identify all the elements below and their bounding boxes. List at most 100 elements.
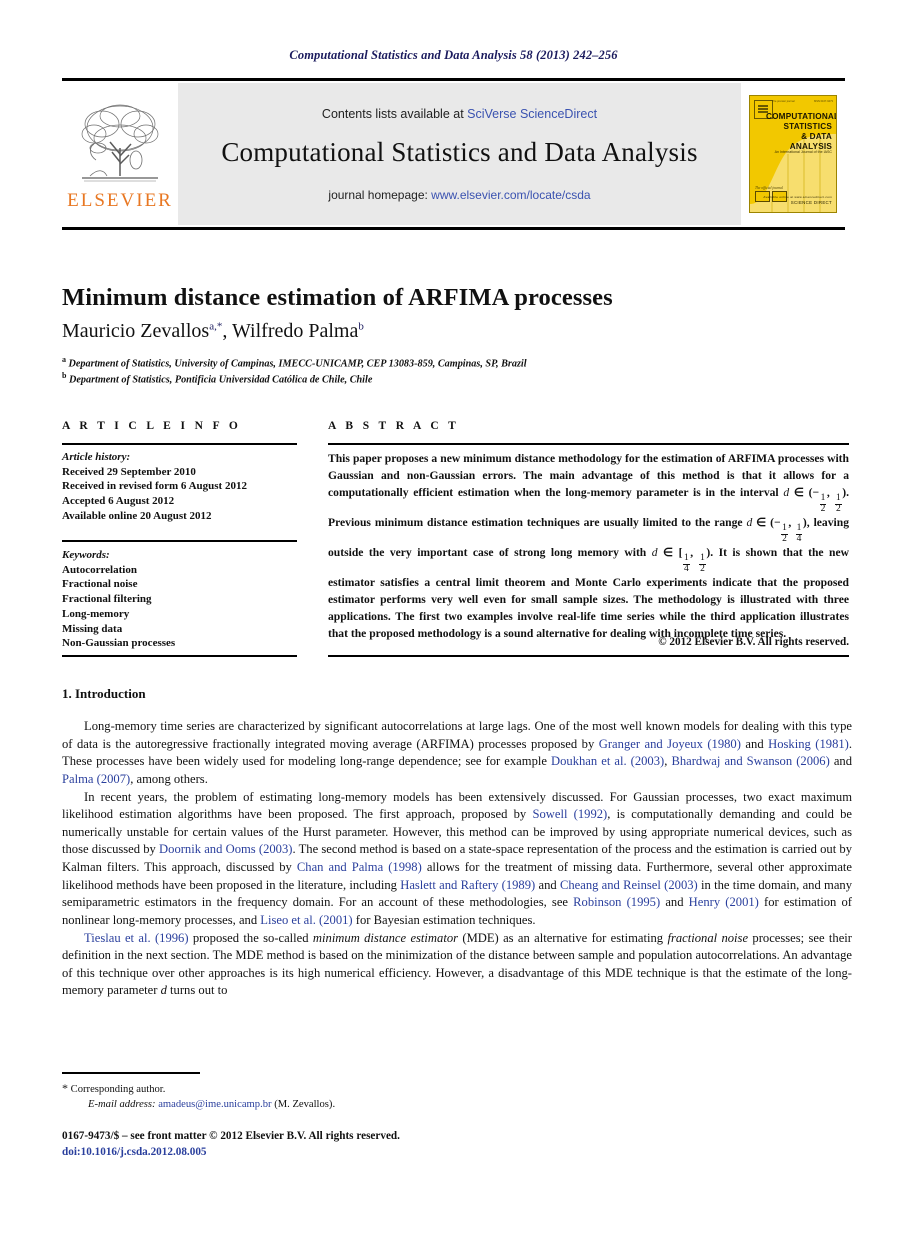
journal-cover-thumbnail[interactable]: The premier journal ISSN 0167-9473 COMPU… — [741, 83, 845, 225]
abstract-fraction-3a: 14 — [682, 553, 690, 574]
citation-robinson[interactable]: Robinson (1995) — [573, 895, 660, 909]
p3-text-1: proposed the so-called — [188, 930, 313, 945]
author-name-2: Wilfredo Palma — [231, 320, 359, 342]
cover-top-right: ISSN 0167-9473 — [813, 100, 833, 103]
citation-granger-joyeux[interactable]: Granger and Joyeux (1980) — [599, 737, 741, 751]
section-heading-introduction: 1. Introduction — [62, 686, 852, 702]
keyword-item: Non-Gaussian processes — [62, 637, 176, 650]
section-title: Introduction — [75, 686, 146, 701]
keyword-item: Missing data — [62, 622, 123, 635]
journal-masthead: ELSEVIER Contents lists available at Sci… — [62, 78, 845, 230]
cover-title-line-2: STATISTICS — [783, 122, 832, 131]
citation-cheang-reinsel[interactable]: Cheang and Reinsel (2003) — [560, 878, 698, 892]
cover-title-line-1: COMPUTATIONAL — [766, 112, 837, 121]
affiliation-a-mark: a — [62, 355, 66, 364]
abstract-math-open-2: ∈ (− — [752, 516, 781, 530]
abstract-paragraph: This paper proposes a new minimum distan… — [328, 450, 849, 642]
citation-bhardwaj-swanson[interactable]: Bhardwaj and Swanson (2006) — [671, 754, 829, 768]
abstract-math-open-1: ∈ (− — [789, 486, 820, 500]
abstract-math-close-2: ), — [802, 516, 814, 530]
doi-line[interactable]: doi:10.1016/j.csda.2012.08.005 — [62, 1144, 662, 1160]
keyword-item: Autocorrelation — [62, 563, 137, 576]
citation-hosking[interactable]: Hosking (1981) — [768, 737, 849, 751]
affiliation-b-mark: b — [62, 371, 67, 380]
keyword-item: Fractional noise — [62, 578, 138, 591]
article-history-label: Article history: — [62, 451, 131, 463]
abstract-math-mid-1: , — [826, 486, 835, 500]
cover-sciencedirect-note: Available online at www.sciencedirect.co… — [763, 195, 832, 199]
abstract-math-close-3: ). — [706, 546, 719, 560]
abstract-part-1: This paper proposes a new minimum distan… — [328, 452, 849, 500]
article-info-rule-top — [62, 443, 297, 445]
abstract-part-2: Previous minimum distance estimation tec… — [328, 516, 747, 530]
email-link[interactable]: amadeus@ime.unicamp.br — [158, 1099, 271, 1110]
cover-artwork: The premier journal ISSN 0167-9473 COMPU… — [749, 95, 837, 213]
article-history: Article history: Received 29 September 2… — [62, 450, 297, 524]
article-info-rule-bottom — [62, 655, 297, 657]
abstract-math-mid-2: , — [788, 516, 796, 530]
contents-line: Contents lists available at SciVerse Sci… — [322, 107, 597, 121]
keywords-list: Keywords: Autocorrelation Fractional noi… — [62, 548, 297, 651]
paragraph-1: Long-memory time series are characterize… — [62, 718, 852, 789]
abstract-rule-bottom — [328, 655, 849, 657]
keyword-item: Fractional filtering — [62, 593, 152, 606]
citation-doornik-ooms[interactable]: Doornik and Ooms (2003) — [159, 842, 292, 856]
journal-homepage-link[interactable]: www.elsevier.com/locate/csda — [431, 188, 590, 202]
abstract-copyright: © 2012 Elsevier B.V. All rights reserved… — [658, 636, 849, 648]
citation-henry[interactable]: Henry (2001) — [689, 895, 759, 909]
p1-text-6: , among others. — [130, 771, 208, 786]
abstract-math-mid-3: , — [690, 546, 699, 560]
keywords-label: Keywords: — [62, 549, 110, 561]
citation-tieslau[interactable]: Tieslau et al. (1996) — [84, 931, 189, 945]
citation-liseo[interactable]: Liseo et al. (2001) — [260, 913, 352, 927]
email-suffix: (M. Zevallos). — [271, 1099, 336, 1111]
cover-top-left: The premier journal — [772, 100, 795, 103]
cover-title: COMPUTATIONAL STATISTICS & DATA ANALYSIS — [766, 112, 837, 152]
p1-text-2: and — [740, 736, 769, 751]
citation-doukhan[interactable]: Doukhan et al. (2003) — [551, 754, 664, 768]
journal-title: Computational Statistics and Data Analys… — [221, 136, 698, 167]
elsevier-wordmark: ELSEVIER — [67, 190, 173, 211]
citation-sowell[interactable]: Sowell (1992) — [532, 807, 607, 821]
abstract-fraction-2b: 14 — [795, 523, 803, 544]
abstract-rule-top — [328, 443, 849, 445]
email-label: E-mail address: — [88, 1099, 156, 1111]
abstract-text: This paper proposes a new minimum distan… — [328, 450, 849, 642]
affiliation-b: b Department of Statistics, Pontificia U… — [62, 371, 852, 385]
article-history-item: Available online 20 August 2012 — [62, 509, 212, 522]
cover-quote: The official journal — [755, 186, 783, 190]
article-history-item: Received 29 September 2010 — [62, 465, 196, 478]
author-list: Mauricio Zevallosa,*, Wilfredo Palmab — [62, 320, 364, 342]
paragraph-2: In recent years, the problem of estimati… — [62, 789, 852, 930]
p3-italic-1: minimum distance estimator — [312, 930, 459, 945]
cover-sciencedirect-wordmark: SCIENCE DIRECT — [790, 200, 832, 205]
elsevier-tree-icon — [81, 104, 159, 182]
p3-text-2: (MDE) as an alternative for estimating — [458, 930, 668, 945]
citation-palma-2007[interactable]: Palma (2007) — [62, 772, 130, 786]
contents-prefix: Contents lists available at — [321, 106, 468, 121]
article-info-heading: A R T I C L E I N F O — [62, 420, 242, 432]
sciencedirect-link[interactable]: SciVerse ScienceDirect — [467, 107, 597, 121]
author-marks-2[interactable]: b — [358, 320, 364, 332]
running-head: Computational Statistics and Data Analys… — [289, 48, 618, 62]
masthead-band: Contents lists available at SciVerse Sci… — [178, 83, 741, 225]
article-history-item: Accepted 6 August 2012 — [62, 495, 175, 508]
article-history-item: Received in revised form 6 August 2012 — [62, 480, 247, 493]
p2-text-7: and — [660, 895, 689, 910]
author-name-1: Mauricio Zevallos — [62, 320, 210, 342]
p1-text-5: and — [829, 754, 853, 769]
author-marks-1[interactable]: a,* — [209, 320, 222, 332]
p3-text-4: turns out to — [166, 983, 228, 998]
abstract-heading: A B S T R A C T — [328, 420, 460, 432]
elsevier-logo: ELSEVIER — [62, 83, 178, 225]
cover-top-labels: The premier journal ISSN 0167-9473 — [772, 100, 833, 103]
abstract-part-4: It is shown that the new estimator satis… — [328, 546, 850, 641]
paper-page: Computational Statistics and Data Analys… — [0, 0, 907, 1238]
corresponding-author-text: Corresponding author. — [70, 1084, 166, 1095]
page-footer: 0167-9473/$ – see front matter © 2012 El… — [62, 1128, 662, 1160]
paragraph-3: Tieslau et al. (1996) proposed the so-ca… — [62, 930, 852, 1001]
masthead-rule-bottom — [62, 227, 845, 230]
citation-haslett-raftery[interactable]: Haslett and Raftery (1989) — [400, 878, 535, 892]
affiliation-b-text: Department of Statistics, Pontificia Uni… — [69, 374, 373, 386]
citation-chan-palma[interactable]: Chan and Palma (1998) — [297, 860, 422, 874]
